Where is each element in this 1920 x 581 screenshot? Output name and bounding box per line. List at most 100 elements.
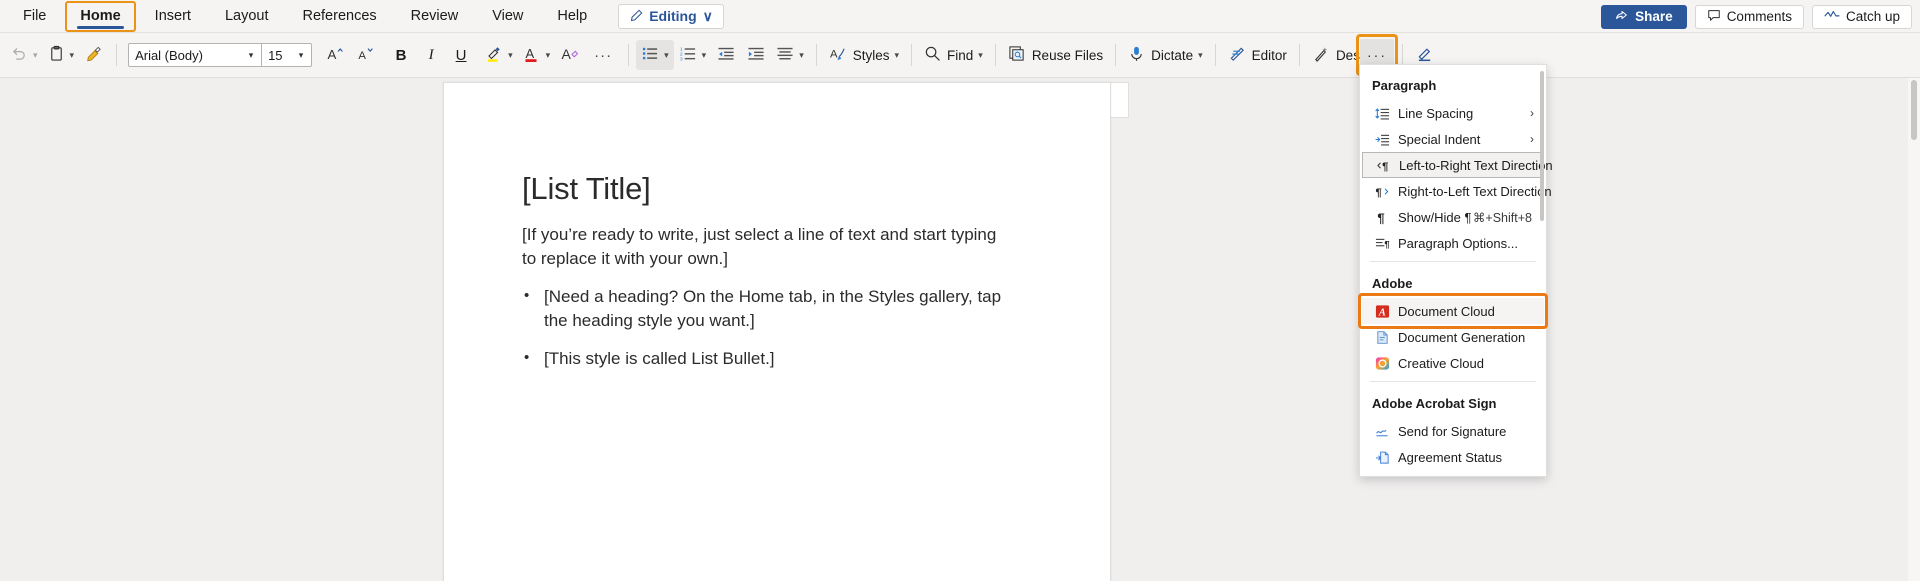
editor-button[interactable]: Editor bbox=[1223, 40, 1292, 70]
font-size-input[interactable]: 15 bbox=[261, 44, 291, 66]
paste-caret-icon[interactable]: ▾ bbox=[70, 50, 75, 61]
creative-cloud-icon bbox=[1372, 356, 1392, 371]
menu-item-line-spacing[interactable]: Line Spacing › bbox=[1362, 100, 1544, 126]
ribbon-divider bbox=[116, 44, 118, 66]
menu-item-label: Show/Hide ¶ bbox=[1398, 209, 1472, 225]
menu-item-document-cloud[interactable]: A Document Cloud bbox=[1358, 293, 1548, 329]
chevron-right-icon: › bbox=[1530, 132, 1534, 146]
text-highlight-color-button[interactable]: ▾ bbox=[480, 40, 518, 70]
svg-text:A: A bbox=[1377, 307, 1385, 318]
clear-formatting-button[interactable]: A bbox=[555, 40, 585, 70]
menu-item-special-indent[interactable]: Special Indent › bbox=[1362, 126, 1544, 152]
menu-item-paragraph-options[interactable]: ¶ Paragraph Options... bbox=[1362, 230, 1544, 256]
menu-item-show-hide-formatting-marks[interactable]: ¶ Show/Hide ¶ ⌘+Shift+8 bbox=[1362, 204, 1544, 230]
grow-font-button[interactable]: A bbox=[320, 40, 350, 70]
ribbon-divider-6 bbox=[1115, 44, 1117, 66]
rtl-text-direction-icon: ¶ bbox=[1372, 184, 1392, 199]
numbering-caret-icon[interactable]: ▾ bbox=[702, 50, 707, 61]
document-page[interactable]: [List Title] [If you’re ready to write, … bbox=[443, 82, 1111, 581]
menu-scrollbar-thumb[interactable] bbox=[1540, 71, 1544, 221]
underline-button[interactable]: U bbox=[446, 40, 476, 70]
find-button[interactable]: Find ▾ bbox=[919, 40, 988, 70]
italic-button[interactable]: I bbox=[416, 40, 446, 70]
shrink-font-icon: A bbox=[356, 45, 374, 65]
shrink-font-button[interactable]: A bbox=[350, 40, 380, 70]
menu-item-label: Left-to-Right Text Direction bbox=[1399, 157, 1553, 173]
font-color-button[interactable]: A ▾ bbox=[518, 40, 556, 70]
dictate-button[interactable]: Dictate ▾ bbox=[1123, 40, 1208, 70]
format-painter-button[interactable] bbox=[79, 40, 109, 70]
menu-item-creative-cloud[interactable]: Creative Cloud bbox=[1362, 350, 1544, 376]
paste-button[interactable]: ▾ bbox=[43, 40, 80, 70]
dictate-caret-icon[interactable]: ▾ bbox=[1198, 50, 1203, 61]
share-button[interactable]: Share bbox=[1601, 4, 1687, 29]
svg-text:¶: ¶ bbox=[1384, 239, 1389, 249]
word-app-window: File Home Insert Layout References Revie… bbox=[0, 0, 1920, 581]
tab-references[interactable]: References bbox=[285, 0, 393, 33]
numbering-icon: 1 2 3 bbox=[679, 45, 697, 65]
list-item[interactable]: [This style is called List Bullet.] bbox=[522, 346, 1017, 371]
chevron-right-icon: › bbox=[1530, 106, 1534, 120]
undo-button[interactable]: ▾ bbox=[6, 40, 43, 70]
menu-item-agreement-status[interactable]: Agreement Status bbox=[1362, 444, 1544, 470]
catch-up-button[interactable]: Catch up bbox=[1811, 4, 1912, 29]
line-spacing-icon bbox=[1372, 106, 1392, 121]
styles-icon: A bbox=[829, 45, 847, 65]
styles-button[interactable]: A Styles ▾ bbox=[824, 40, 904, 70]
font-size-chevron-down-icon[interactable]: ▾ bbox=[291, 50, 311, 61]
find-label: Find bbox=[947, 47, 974, 63]
bold-button[interactable]: B bbox=[386, 40, 416, 70]
find-caret-icon[interactable]: ▾ bbox=[978, 50, 983, 61]
pilcrow-icon: ¶ bbox=[1372, 210, 1392, 224]
menu-item-right-to-left-text-direction[interactable]: ¶ Right-to-Left Text Direction bbox=[1362, 178, 1552, 204]
svg-text:A: A bbox=[328, 47, 337, 62]
signature-icon bbox=[1372, 424, 1392, 439]
paragraph-options-icon: ¶ bbox=[1372, 236, 1392, 251]
tab-help[interactable]: Help bbox=[540, 0, 604, 33]
document-generation-icon bbox=[1372, 330, 1392, 345]
list-item[interactable]: [Need a heading? On the Home tab, in the… bbox=[522, 284, 1017, 333]
editing-mode-button[interactable]: Editing ∨ bbox=[618, 3, 724, 29]
ribbon-divider-2 bbox=[628, 44, 630, 66]
align-button[interactable]: ▾ bbox=[771, 40, 809, 70]
bullets-caret-icon[interactable]: ▾ bbox=[664, 50, 669, 61]
bullets-button[interactable]: ▾ bbox=[636, 40, 674, 70]
comment-icon bbox=[1707, 8, 1721, 25]
vertical-scrollbar[interactable] bbox=[1908, 78, 1920, 581]
tab-layout[interactable]: Layout bbox=[208, 0, 286, 33]
editor-icon bbox=[1228, 45, 1246, 65]
ribbon-tabs: File Home Insert Layout References Revie… bbox=[0, 0, 724, 33]
tab-home[interactable]: Home bbox=[63, 0, 137, 33]
microphone-icon bbox=[1128, 45, 1145, 65]
increase-indent-button[interactable] bbox=[741, 40, 771, 70]
font-color-caret-icon[interactable]: ▾ bbox=[546, 50, 551, 61]
font-name-input[interactable]: Arial (Body) bbox=[129, 44, 241, 66]
numbering-button[interactable]: 1 2 3 ▾ bbox=[674, 40, 712, 70]
font-name-chevron-down-icon[interactable]: ▾ bbox=[241, 50, 261, 61]
align-caret-icon[interactable]: ▾ bbox=[799, 50, 804, 61]
tab-insert[interactable]: Insert bbox=[138, 0, 208, 33]
svg-text:¶: ¶ bbox=[1375, 187, 1381, 199]
menu-section-header-adobe: Adobe bbox=[1372, 276, 1413, 291]
more-font-options-button[interactable]: ··· bbox=[585, 40, 621, 70]
svg-text:3: 3 bbox=[680, 56, 683, 62]
decrease-indent-button[interactable] bbox=[711, 40, 741, 70]
highlight-caret-icon[interactable]: ▾ bbox=[508, 50, 513, 61]
editing-mode-label: Editing bbox=[649, 8, 697, 24]
vertical-scrollbar-thumb[interactable] bbox=[1911, 80, 1917, 140]
tab-review[interactable]: Review bbox=[394, 0, 476, 33]
reuse-files-button[interactable]: Reuse Files bbox=[1003, 40, 1108, 70]
tab-view[interactable]: View bbox=[475, 0, 540, 33]
styles-caret-icon[interactable]: ▾ bbox=[894, 50, 899, 61]
menu-item-document-generation[interactable]: Document Generation bbox=[1362, 324, 1544, 350]
tab-layout-label: Layout bbox=[224, 8, 269, 24]
comments-button[interactable]: Comments bbox=[1694, 4, 1804, 29]
menu-item-send-for-signature[interactable]: Send for Signature bbox=[1362, 418, 1544, 444]
increase-indent-icon bbox=[747, 45, 765, 65]
menu-item-left-to-right-text-direction[interactable]: ¶ Left-to-Right Text Direction bbox=[1362, 152, 1553, 178]
document-title[interactable]: [List Title] bbox=[522, 171, 1032, 207]
document-paragraph[interactable]: [If you’re ready to write, just select a… bbox=[522, 223, 1007, 271]
tab-file[interactable]: File bbox=[6, 0, 63, 33]
paste-icon bbox=[48, 45, 65, 65]
undo-caret-icon[interactable]: ▾ bbox=[33, 50, 38, 61]
